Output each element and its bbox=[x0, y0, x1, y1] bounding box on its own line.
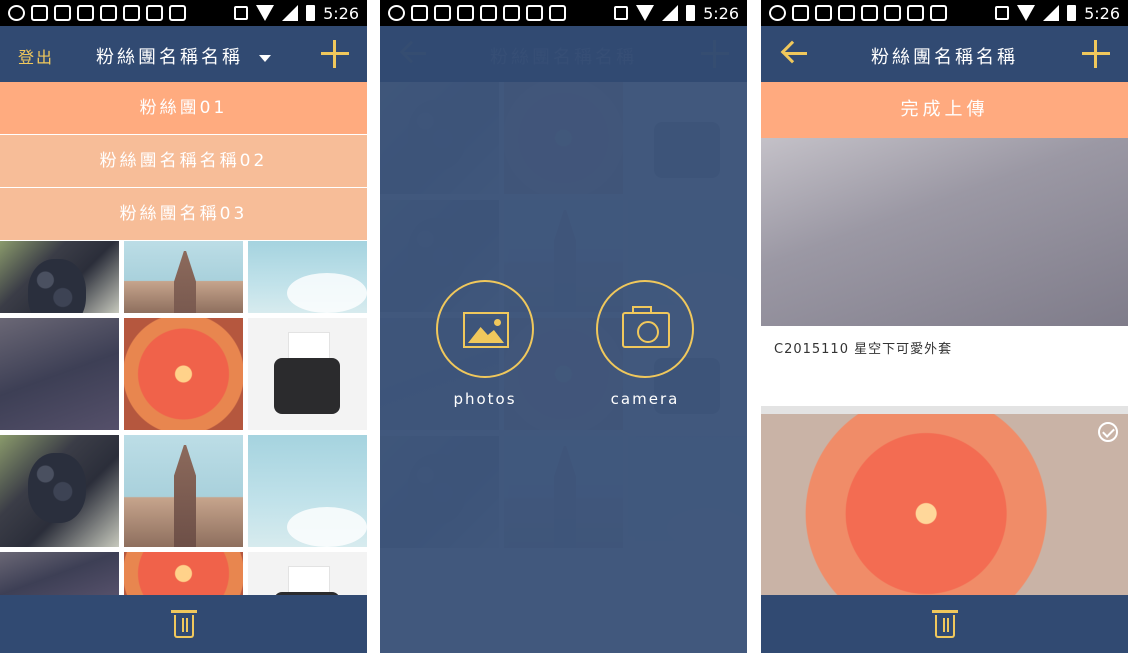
photo-tile[interactable] bbox=[0, 241, 119, 313]
upload-icon bbox=[930, 5, 947, 21]
status-bar: 5:26 bbox=[0, 0, 367, 26]
signal-icon bbox=[1043, 5, 1060, 21]
screen-add-source: 5:26 粉絲團名稱名稱 photos camera bbox=[380, 0, 747, 653]
page-title: 粉絲團名稱名稱 bbox=[871, 47, 1018, 68]
battery-icon bbox=[306, 5, 316, 21]
system-indicators: 5:26 bbox=[614, 3, 739, 23]
image-notification-icon bbox=[792, 5, 809, 21]
bottom-toolbar bbox=[761, 595, 1128, 653]
screen-fanpage-list: 5:26 登出 粉絲團名稱名稱 粉絲團01 粉絲團名稱名稱02 粉絲團名稱03 bbox=[0, 0, 367, 653]
status-bar: 5:26 bbox=[761, 0, 1128, 26]
notification-icons bbox=[8, 4, 186, 22]
card-divider bbox=[761, 406, 1128, 414]
status-bar: 5:26 bbox=[380, 0, 747, 26]
photo-tile[interactable] bbox=[248, 241, 367, 313]
image-notification-icon bbox=[31, 5, 48, 21]
add-icon[interactable] bbox=[1082, 40, 1110, 68]
add-icon[interactable] bbox=[321, 40, 349, 68]
clock: 5:26 bbox=[703, 3, 739, 23]
photo-tile[interactable] bbox=[248, 552, 367, 595]
chat-icon bbox=[769, 5, 786, 21]
fanpage-selector[interactable]: 粉絲團名稱名稱 bbox=[0, 43, 367, 69]
battery-icon bbox=[1067, 5, 1077, 21]
camera-label: camera bbox=[610, 390, 680, 408]
wifi-icon bbox=[1017, 5, 1036, 21]
app-header: 登出 粉絲團名稱名稱 bbox=[0, 26, 367, 82]
photo-caption: C2015110 星空下可愛外套 bbox=[774, 342, 953, 357]
video-icon bbox=[884, 5, 901, 21]
photo-starry-sky[interactable] bbox=[761, 138, 1128, 326]
bottom-toolbar bbox=[0, 595, 367, 653]
photo-tile[interactable] bbox=[0, 552, 119, 595]
warning-icon bbox=[457, 5, 474, 21]
caret-down-icon bbox=[259, 54, 271, 62]
notification-icons bbox=[388, 4, 566, 22]
photo-tile[interactable] bbox=[124, 241, 243, 313]
mail-icon bbox=[434, 5, 451, 21]
wifi-icon bbox=[256, 5, 275, 21]
photo-tile[interactable] bbox=[248, 435, 367, 547]
vibrate-icon bbox=[995, 6, 1010, 20]
wifi-icon bbox=[636, 5, 655, 21]
clock: 5:26 bbox=[1084, 3, 1120, 23]
camera-icon bbox=[622, 306, 670, 348]
trash-icon[interactable] bbox=[932, 610, 958, 638]
task-icon bbox=[907, 5, 924, 21]
warning-icon bbox=[100, 5, 117, 21]
mail-icon bbox=[54, 5, 71, 21]
photo-tile[interactable] bbox=[0, 318, 119, 430]
video-icon bbox=[123, 5, 140, 21]
warning-icon bbox=[838, 5, 855, 21]
vibrate-icon bbox=[614, 6, 629, 20]
source-picker-overlay: photos camera bbox=[380, 26, 747, 653]
task-icon bbox=[146, 5, 163, 21]
task-icon bbox=[526, 5, 543, 21]
image-notification-icon bbox=[411, 5, 428, 21]
image-icon bbox=[463, 312, 509, 348]
chat-icon bbox=[8, 5, 25, 21]
warning-icon bbox=[480, 5, 497, 21]
vibrate-icon bbox=[234, 6, 249, 20]
photo-tile[interactable] bbox=[124, 552, 243, 595]
warning-icon bbox=[861, 5, 878, 21]
battery-icon bbox=[686, 5, 696, 21]
signal-icon bbox=[662, 5, 679, 21]
dropdown-item[interactable]: 粉絲團名稱03 bbox=[0, 188, 367, 240]
page-title: 粉絲團名稱名稱 bbox=[96, 47, 243, 68]
photo-tile[interactable] bbox=[124, 435, 243, 547]
trash-icon[interactable] bbox=[171, 610, 197, 638]
system-indicators: 5:26 bbox=[995, 3, 1120, 23]
photos-label: photos bbox=[453, 390, 517, 408]
dropdown-item[interactable]: 粉絲團名稱名稱02 bbox=[0, 135, 367, 187]
check-icon[interactable] bbox=[1098, 422, 1118, 442]
photos-button[interactable] bbox=[436, 280, 534, 378]
photo-tile[interactable] bbox=[248, 318, 367, 430]
screen-upload: 5:26 粉絲團名稱名稱 完成上傳 C2015110 星空下可愛外套 bbox=[761, 0, 1128, 653]
notification-icons bbox=[769, 4, 947, 22]
finish-upload-button[interactable]: 完成上傳 bbox=[761, 82, 1128, 138]
chat-icon bbox=[388, 5, 405, 21]
dropdown-item[interactable]: 粉絲團01 bbox=[0, 82, 367, 134]
upload-icon bbox=[549, 5, 566, 21]
app-header: 粉絲團名稱名稱 bbox=[761, 26, 1128, 82]
warning-icon bbox=[77, 5, 94, 21]
upload-icon bbox=[169, 5, 186, 21]
system-indicators: 5:26 bbox=[234, 3, 359, 23]
signal-icon bbox=[282, 5, 299, 21]
photo-flower[interactable] bbox=[761, 414, 1128, 595]
clock: 5:26 bbox=[323, 3, 359, 23]
mail-icon bbox=[815, 5, 832, 21]
photo-tile[interactable] bbox=[124, 318, 243, 430]
photo-tile[interactable] bbox=[0, 435, 119, 547]
video-icon bbox=[503, 5, 520, 21]
camera-button[interactable] bbox=[596, 280, 694, 378]
